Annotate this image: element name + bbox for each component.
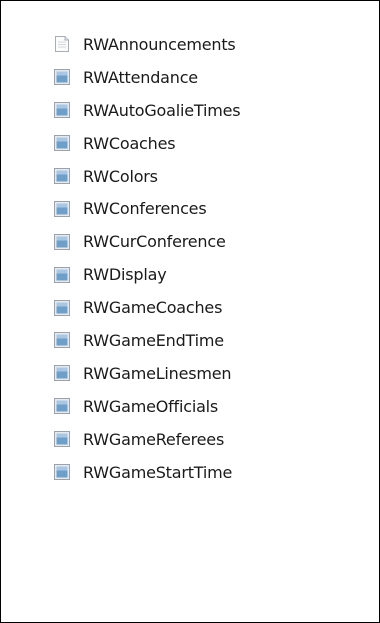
table-file-icon bbox=[54, 398, 70, 415]
file-name: RWAutoGoalieTimes bbox=[83, 100, 241, 120]
file-name: RWGameOfficials bbox=[83, 396, 219, 416]
file-item[interactable]: RWAttendance bbox=[53, 61, 240, 94]
table-file-icon bbox=[54, 431, 70, 448]
file-item[interactable]: RWGameOfficials bbox=[53, 390, 240, 423]
file-name: RWDisplay bbox=[83, 265, 167, 285]
table-file-icon bbox=[54, 102, 70, 119]
file-item[interactable]: RWColors bbox=[53, 160, 240, 193]
table-file-icon bbox=[54, 69, 70, 86]
table-file-icon bbox=[54, 365, 70, 382]
file-name: RWCurConference bbox=[83, 232, 226, 252]
file-item[interactable]: RWGameLinesmen bbox=[53, 357, 240, 390]
file-name: RWGameCoaches bbox=[83, 298, 223, 318]
table-file-icon bbox=[54, 168, 70, 184]
table-file-icon bbox=[54, 135, 70, 152]
table-file-icon bbox=[54, 299, 70, 316]
file-name: RWGameLinesmen bbox=[83, 363, 232, 383]
table-file-icon bbox=[54, 464, 70, 481]
file-item[interactable]: RWCurConference bbox=[53, 225, 240, 258]
file-list: RWAnnouncements RWAttendance RWAutoGoalieT… bbox=[53, 28, 241, 489]
file-item[interactable]: RWConferences bbox=[53, 192, 240, 225]
file-item[interactable]: RWCoaches bbox=[53, 127, 240, 160]
file-item[interactable]: RWGameStartTime bbox=[53, 456, 240, 489]
table-file-icon bbox=[54, 200, 70, 217]
file-list-panel: RWAnnouncements RWAttendance RWAutoGoalieT… bbox=[0, 0, 380, 623]
file-name: RWColors bbox=[83, 166, 158, 186]
file-item[interactable]: RWAnnouncements bbox=[53, 28, 240, 61]
file-name: RWGameReferees bbox=[83, 429, 225, 449]
file-name: RWCoaches bbox=[83, 133, 176, 153]
file-item[interactable]: RWGameCoaches bbox=[53, 291, 240, 324]
table-file-icon bbox=[54, 233, 70, 250]
file-name: RWAnnouncements bbox=[83, 34, 236, 54]
file-item[interactable]: RWGameEndTime bbox=[53, 324, 240, 357]
table-file-icon bbox=[54, 332, 70, 349]
file-item[interactable]: RWDisplay bbox=[53, 258, 240, 291]
file-name: RWGameEndTime bbox=[83, 330, 224, 350]
file-item[interactable]: RWAutoGoalieTimes bbox=[53, 94, 241, 127]
file-name: RWConferences bbox=[83, 199, 207, 219]
blank-document-icon bbox=[55, 36, 69, 53]
file-name: RWGameStartTime bbox=[83, 462, 233, 482]
file-name: RWAttendance bbox=[83, 67, 198, 87]
table-file-icon bbox=[54, 266, 70, 283]
file-item[interactable]: RWGameReferees bbox=[53, 423, 240, 456]
